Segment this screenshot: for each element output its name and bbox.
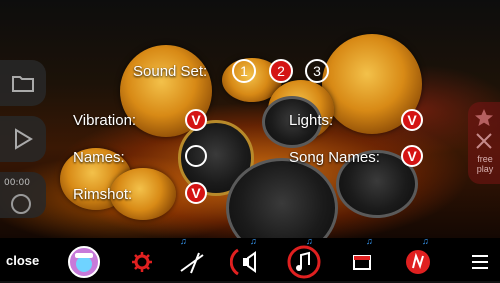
record-timer-button[interactable]: 00:00 (0, 172, 46, 218)
sound-set-3-button[interactable]: 3 (305, 59, 329, 83)
open-folder-button[interactable] (0, 60, 46, 106)
record-icon (353, 254, 371, 270)
folder-icon (12, 76, 34, 92)
sound-set-2-button[interactable]: 2 (269, 59, 293, 83)
free-play-label: free play (472, 154, 498, 174)
sound-set-label: Sound Set: (133, 63, 208, 80)
free-label: free (477, 154, 493, 164)
vibration-checkbox[interactable]: V (185, 109, 207, 131)
play-label: play (476, 164, 494, 174)
record-icon (11, 194, 31, 214)
sound-set-2-label: 2 (277, 63, 285, 79)
music-note-icon: ♫ (180, 236, 187, 246)
music-note-icon: ♫ (306, 236, 313, 246)
free-play-button[interactable]: free play (468, 102, 500, 184)
check-icon: V (191, 185, 201, 201)
sound-set-1-button[interactable]: 1 (232, 59, 256, 83)
lights-label: Lights: (289, 112, 334, 129)
song-names-label: Song Names: (289, 149, 380, 166)
drumsticks-button[interactable] (172, 240, 212, 283)
names-checkbox[interactable] (185, 145, 207, 167)
settings-button[interactable] (124, 240, 160, 283)
rimshot-checkbox[interactable]: V (185, 182, 207, 204)
logo-button[interactable] (398, 240, 438, 283)
rimshot-label: Rimshot: (73, 186, 133, 203)
close-button[interactable]: close (6, 253, 39, 268)
music-note-icon: ♫ (250, 236, 257, 246)
star-icon (475, 109, 493, 126)
names-label: Names: (73, 149, 125, 166)
music-note-icon: ♫ (422, 236, 429, 246)
cross-icon (476, 133, 492, 149)
music-note-icon (287, 245, 321, 278)
menu-icon (472, 254, 488, 269)
song-button[interactable] (284, 240, 324, 283)
play-button[interactable] (0, 116, 46, 162)
time-readout: 00:00 (4, 178, 30, 188)
sound-set-3-label: 3 (313, 63, 321, 79)
drumstick-icon (180, 252, 204, 273)
music-note-icon: ♫ (366, 236, 373, 246)
badge-button[interactable] (64, 240, 104, 283)
song-names-checkbox[interactable]: V (401, 145, 423, 167)
logo-icon (406, 249, 430, 274)
check-icon: V (407, 148, 417, 164)
menu-button[interactable] (462, 240, 498, 283)
speaker-button[interactable] (228, 240, 268, 283)
play-icon (15, 128, 33, 150)
badge-icon (68, 245, 100, 278)
check-icon: V (191, 112, 201, 128)
sound-set-1-label: 1 (240, 63, 248, 79)
gear-icon (132, 251, 152, 272)
record-button[interactable] (344, 240, 380, 283)
speaker-icon (230, 248, 256, 275)
check-icon: V (407, 112, 417, 128)
lights-checkbox[interactable]: V (401, 109, 423, 131)
vibration-label: Vibration: (73, 112, 137, 129)
